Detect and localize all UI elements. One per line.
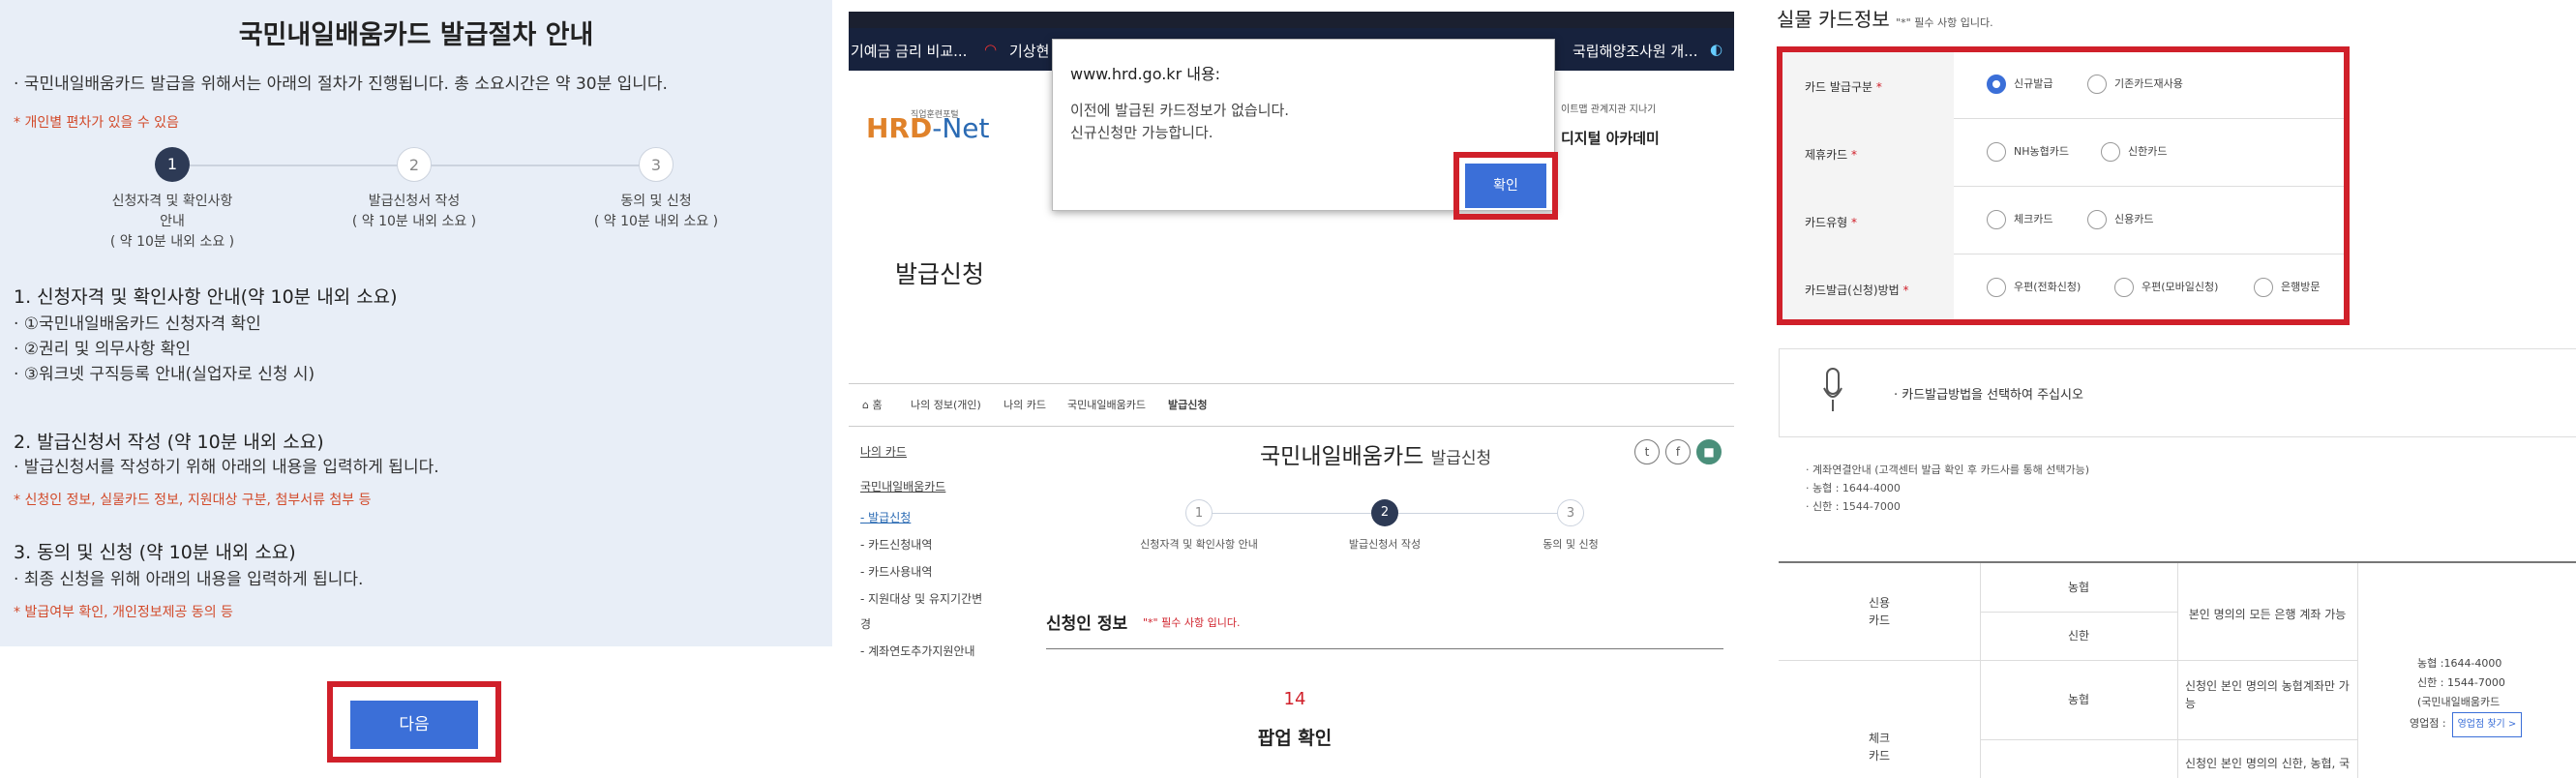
section-3-item: · 최종 신청을 위해 아래의 내용을 입력하게 됩니다. <box>14 570 364 589</box>
next-button[interactable]: 다음 <box>350 701 478 749</box>
dialog-message: 이전에 발급된 카드정보가 없습니다. 신규신청만 가능합니다. <box>1070 102 1290 141</box>
hrd-net-logo[interactable]: HRD-Net <box>866 112 990 144</box>
divider <box>849 383 1734 384</box>
table-cell: 본인 명의의 모든 은행 계좌 가능 <box>2188 608 2347 621</box>
card-info-title: 실물 카드정보 "*" 필수 사항 입니다. <box>1777 8 1993 31</box>
divider <box>1046 648 1723 649</box>
section-2-note: * 신청인 정보, 실물카드 정보, 지원대상 구분, 첨부서류 첨부 등 <box>14 493 372 508</box>
table-cell-check: 체크 카드 <box>1868 732 1891 763</box>
find-branch-button[interactable]: 영업점 찾기 > <box>2451 712 2523 737</box>
page-title: 국민내일배움카드 발급절차 안내 <box>238 20 594 50</box>
guide-text: · 카드발급방법을 선택하여 주십시오 <box>1894 388 2083 403</box>
sidebar-item[interactable]: 국민내일배움카드 <box>860 478 1010 494</box>
main-title: 국민내일배움카드 발급신청 <box>1260 444 1492 469</box>
required-note: "*" 필수 사항 입니다. <box>1896 16 1993 29</box>
breadcrumb-item[interactable]: 국민내일배움카드 <box>1067 397 1146 412</box>
twitter-icon[interactable]: t <box>1634 439 1660 464</box>
dialog-title: www.hrd.go.kr 내용: <box>1070 65 1221 83</box>
sidebar-item[interactable]: 경 <box>860 615 1010 632</box>
alert-dialog: www.hrd.go.kr 내용: 이전에 발급된 카드정보가 없습니다. 신규신… <box>1052 39 1558 220</box>
mini-step-2: 2 <box>1371 499 1398 526</box>
step-3-label: 동의 및 신청( 약 10분 내외 소요 ) <box>593 194 719 229</box>
breadcrumb-current[interactable]: 발급신청 <box>1168 397 1207 412</box>
step-2-label: 발급신청서 작성( 약 10분 내외 소요 ) <box>351 194 477 229</box>
loading-icon: ◠ <box>984 41 998 58</box>
mini-step-3-label: 동의 및 신청 <box>1543 538 1599 551</box>
step-1-circle: 1 <box>155 147 190 182</box>
section-1-item: · ②권리 및 의무사항 확인 <box>14 340 192 359</box>
refresh-icon[interactable]: ◐ <box>1710 41 1722 58</box>
required-note: "*" 필수 사항 입니다. <box>1143 616 1241 629</box>
section-2-item: · 발급신청서를 작성하기 위해 아래의 내용을 입력하게 됩니다. <box>14 458 439 477</box>
table-cell: 농협 <box>2067 693 2090 706</box>
step-1-label: 신청자격 및 확인사항 안내( 약 10분 내외 소요 ) <box>109 194 235 250</box>
applicant-heading: 신청인 정보 <box>1046 614 1128 634</box>
breadcrumb-home[interactable]: ⌂ 홈 <box>862 397 883 412</box>
form-highlight-frame <box>1777 46 2350 325</box>
mini-step-1: 1 <box>1185 499 1213 526</box>
header-links[interactable]: 이트맵 관계지관 지나기 <box>1561 101 1656 115</box>
step-2-circle: 2 <box>397 147 432 182</box>
table-contact: 농협 :1644-4000 신한 : 1544-7000 (국민내일배움카드 영… <box>2363 654 2576 737</box>
section-1-item: · ①국민내일배움카드 신청자격 확인 <box>14 314 261 334</box>
note-text: * 개인별 편차가 있을 수 있음 <box>14 115 179 131</box>
section-3-note: * 발급여부 확인, 개인정보제공 동의 등 <box>14 605 233 620</box>
guide-box: · 카드발급방법을 선택하여 주십시오 <box>1779 348 2576 437</box>
section-3-heading: 3. 동의 및 신청 (약 10분 내외 소요) <box>14 542 296 563</box>
step-3-circle: 3 <box>639 147 674 182</box>
table-cell: 신한 <box>2067 629 2090 643</box>
breadcrumb-item[interactable]: 나의 카드 <box>1003 397 1046 412</box>
middle-panel: 기예금 금리 비교... ◠ 기상현 국립해양조사원 개... ◐ 직업훈련포털… <box>849 12 1734 776</box>
step-number: 14 <box>1283 689 1306 709</box>
mini-step-3: 3 <box>1557 499 1584 526</box>
section-title: 발급신청 <box>895 260 985 288</box>
ok-button[interactable]: 확인 <box>1465 164 1546 208</box>
mini-step-2-label: 발급신청서 작성 <box>1348 538 1422 551</box>
logo-net-text: -Net <box>932 112 990 144</box>
table-cell-credit: 신용 카드 <box>1868 596 1891 627</box>
ticker-item[interactable]: 국립해양조사원 개... <box>1573 41 1697 61</box>
section-1-item: · ③워크넷 구직등록 안내(실업자로 신청 시) <box>14 365 315 384</box>
logo-hrd-text: HRD <box>866 112 933 144</box>
table-cell: 신청인 본인 명의의 신한, 농협, 국 <box>2185 757 2351 770</box>
sidebar-item[interactable]: - 계좌연도추가지원안내 <box>860 643 1010 659</box>
breadcrumb-item[interactable]: 나의 정보(개인) <box>911 397 981 412</box>
intro-text: · 국민내일배움카드 발급을 위해서는 아래의 절차가 진행됩니다. 총 소요시… <box>14 75 668 94</box>
share-icon[interactable]: ■ <box>1696 439 1722 464</box>
section-2-heading: 2. 발급신청서 작성 (약 10분 내외 소요) <box>14 432 324 453</box>
digital-academy-link[interactable]: 디지털 아카데미 <box>1561 128 1660 148</box>
step-caption: 팝업 확인 <box>1257 728 1333 749</box>
sidebar-item[interactable]: - 카드사용내역 <box>860 563 1010 580</box>
facebook-icon[interactable]: f <box>1665 439 1691 464</box>
sidebar-item[interactable]: - 카드신청내역 <box>860 536 1010 553</box>
sidebar-item-active[interactable]: - 발급신청 <box>860 509 1010 525</box>
contact-notes: · 계좌연결안내 (고객센터 발급 확인 후 카드사를 통해 선택가능) · 농협… <box>1806 464 2090 513</box>
divider <box>849 426 1734 427</box>
table-cell: 신청인 본인 명의의 농협계좌만 가능 <box>2185 679 2350 710</box>
microphone-icon <box>1822 367 1843 421</box>
sidebar-item[interactable]: - 지원대상 및 유지기간변 <box>860 590 1010 607</box>
ticker-item[interactable]: 기예금 금리 비교... <box>851 41 967 61</box>
left-panel: 국민내일배움카드 발급절차 안내 · 국민내일배움카드 발급을 위해서는 아래의… <box>0 0 832 776</box>
top-bar <box>849 12 1734 28</box>
sidebar-item[interactable]: 나의 카드 <box>860 443 1010 460</box>
table-cell: 농협 <box>2067 581 2090 594</box>
right-panel: 실물 카드정보 "*" 필수 사항 입니다. 카드 발급구분 * 신규발급 기존… <box>1777 0 2576 778</box>
ticker-item[interactable]: 기상현 <box>1009 41 1049 61</box>
card-table: 신용 카드 농협 신한 본인 명의의 모든 은행 계좌 가능 체크 카드 농협 … <box>1779 561 2576 778</box>
mini-step-1-label: 신청자격 및 확인사항 안내 <box>1140 538 1258 551</box>
section-1-heading: 1. 신청자격 및 확인사항 안내(약 10분 내외 소요) <box>14 286 398 308</box>
